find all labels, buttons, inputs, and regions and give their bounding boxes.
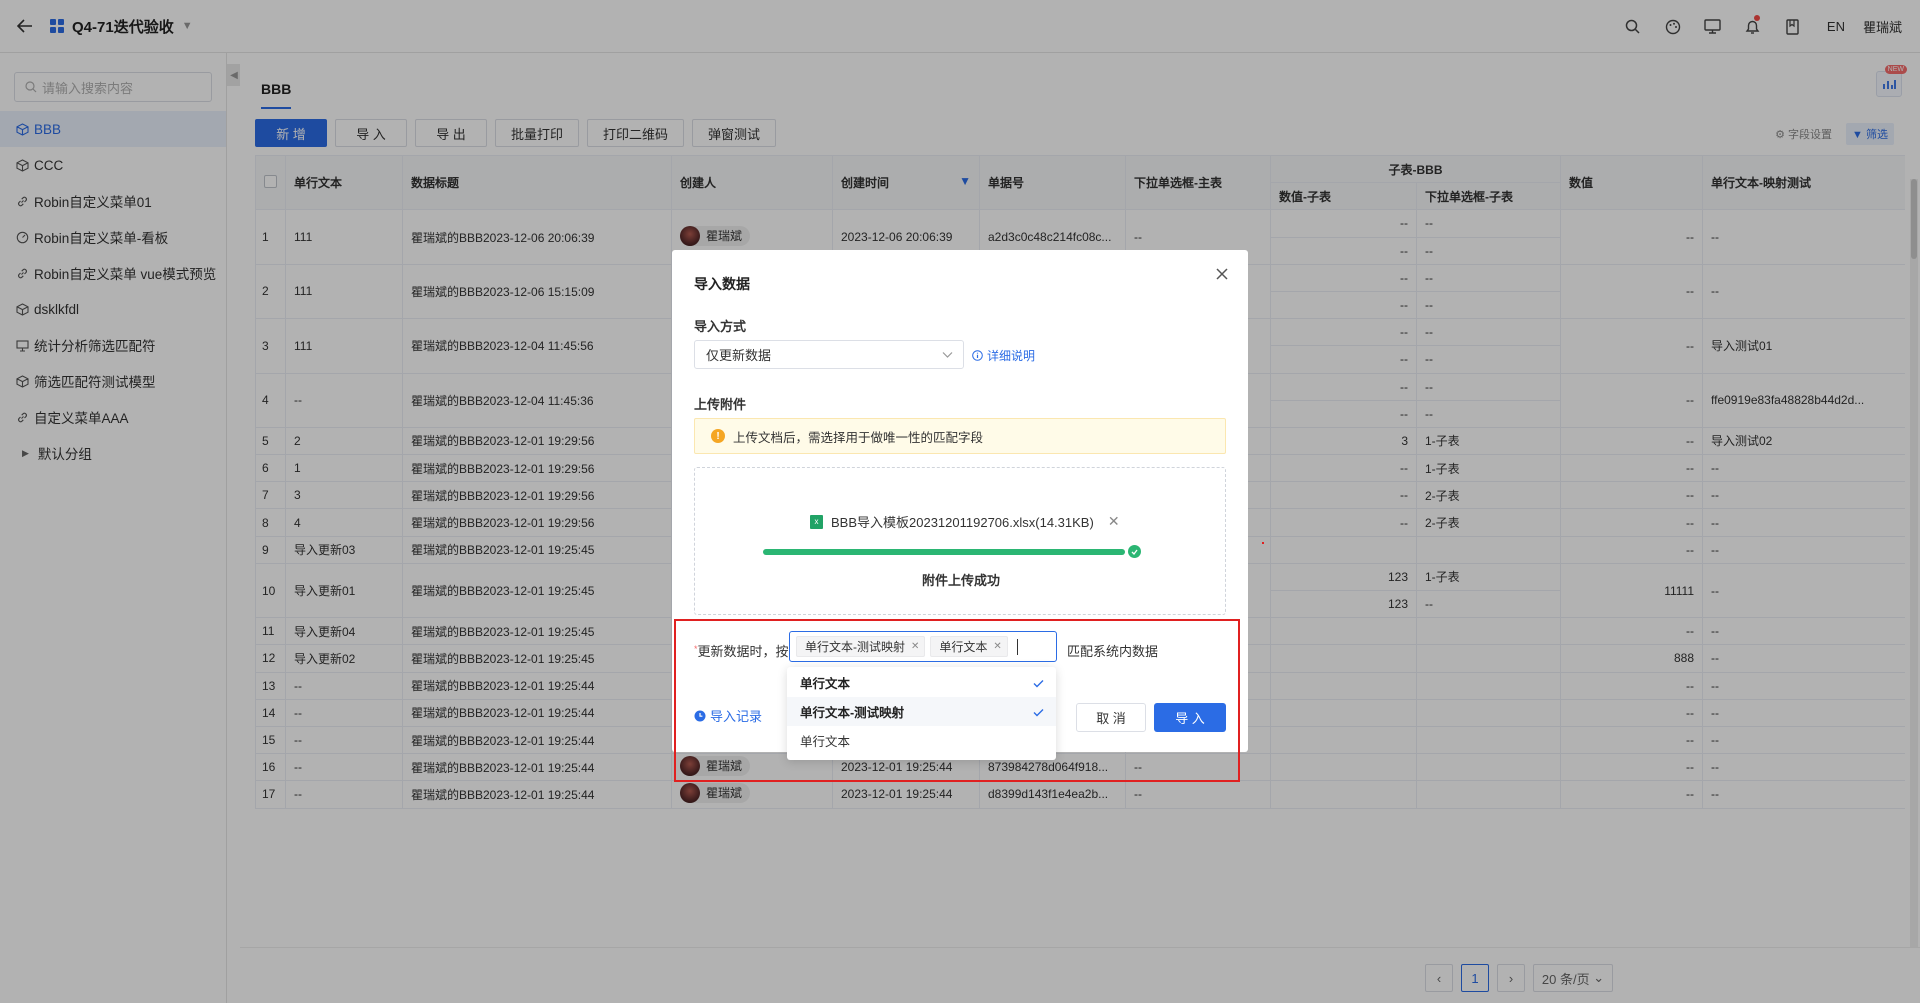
- info-icon: [972, 350, 983, 361]
- import-mode-label: 导入方式: [694, 319, 747, 334]
- close-icon[interactable]: [1210, 262, 1234, 286]
- uploaded-file: x BBB导入模板20231201192706.xlsx(14.31KB) ✕: [810, 512, 1120, 531]
- import-mode-select[interactable]: 仅更新数据: [694, 340, 964, 369]
- highlight-box: [674, 619, 1240, 782]
- chevron-down-icon: [942, 352, 953, 358]
- highlight-dot: [1262, 542, 1264, 544]
- upload-warning: ! 上传文档后，需选择用于做唯一性的匹配字段: [694, 418, 1226, 454]
- upload-progress-bar: [763, 545, 1141, 558]
- excel-file-icon: x: [810, 514, 823, 529]
- upload-progress-fill: [763, 549, 1125, 555]
- remove-file-icon[interactable]: ✕: [1108, 513, 1120, 530]
- upload-success-text: 附件上传成功: [921, 573, 1000, 588]
- upload-warning-text: 上传文档后，需选择用于做唯一性的匹配字段: [733, 430, 984, 445]
- modal-title: 导入数据: [694, 276, 750, 292]
- upload-label: 上传附件: [694, 397, 747, 412]
- detail-link-label: 详细说明: [987, 349, 1036, 363]
- upload-area[interactable]: x BBB导入模板20231201192706.xlsx(14.31KB) ✕ …: [694, 467, 1226, 615]
- import-mode-value: 仅更新数据: [706, 348, 772, 363]
- warning-icon: !: [711, 429, 725, 443]
- success-check-icon: [1128, 545, 1141, 558]
- detail-link[interactable]: 详细说明: [972, 347, 1035, 364]
- file-name: BBB导入模板20231201192706.xlsx(14.31KB): [831, 515, 1094, 530]
